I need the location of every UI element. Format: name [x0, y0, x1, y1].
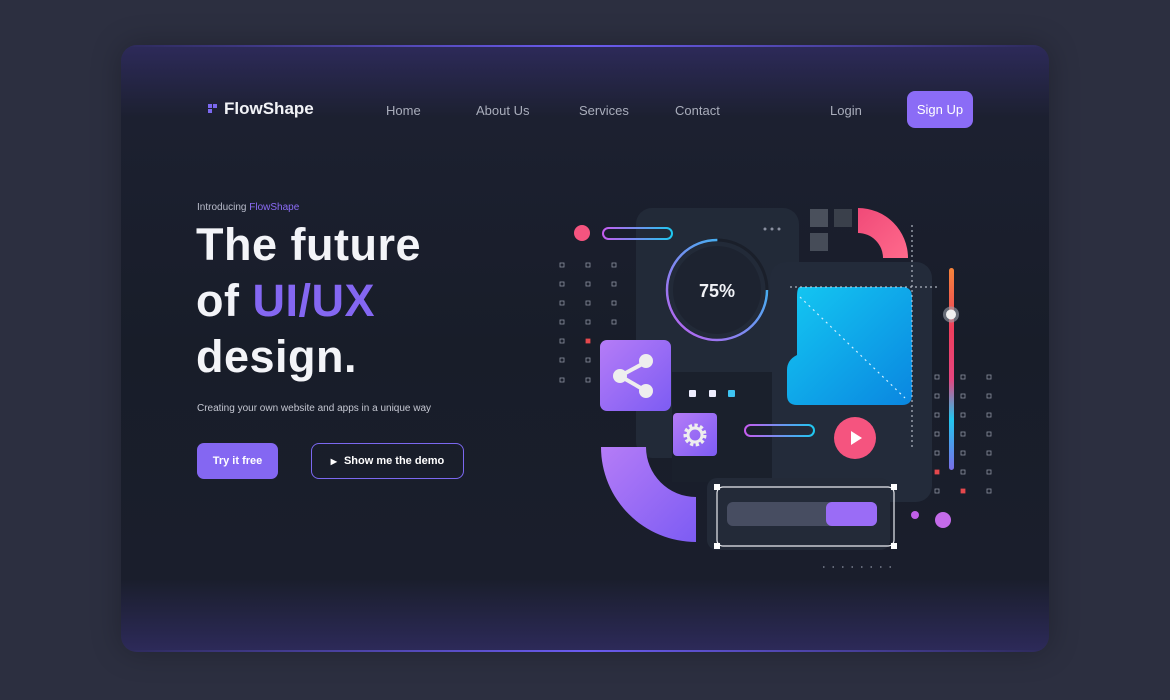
grid-dot: [585, 357, 591, 363]
grid-dot: [986, 374, 992, 380]
pink-quarter-shape: [858, 208, 908, 258]
grid-dot: [960, 374, 966, 380]
grid-dot: [559, 377, 565, 383]
grid-dot: [611, 319, 617, 325]
grid-dot: [986, 412, 992, 418]
grid-dot: [934, 469, 940, 475]
grid-dot: [934, 450, 940, 456]
progress-ring-label: 75%: [699, 281, 735, 301]
grid-dot: [559, 319, 565, 325]
play-button-graphic: [834, 417, 876, 459]
grid-dot: [559, 281, 565, 287]
progress-ring: 75%: [665, 238, 769, 342]
grid-dot: [986, 488, 992, 494]
grid-dot: [960, 469, 966, 475]
blue-card: [787, 287, 912, 405]
share-tile: [600, 340, 671, 411]
grid-dot: [960, 431, 966, 437]
grid-dot: [934, 412, 940, 418]
pink-dot: [574, 225, 590, 241]
grid-dot: [960, 450, 966, 456]
grid-dot: [960, 488, 966, 494]
grid-dot: [611, 281, 617, 287]
dot-grid-right: [934, 374, 992, 494]
grid-dot: [585, 300, 591, 306]
grid-dot: [934, 393, 940, 399]
grid-dot: [585, 377, 591, 383]
grid-dot: [986, 393, 992, 399]
vertical-slider: [943, 268, 959, 470]
grid-dot: [559, 357, 565, 363]
grid-dot: [934, 431, 940, 437]
grid-dot: [585, 338, 591, 344]
grid-dot: [960, 393, 966, 399]
settings-tile: [673, 413, 717, 456]
grid-dot: [934, 374, 940, 380]
grid-dot: [585, 281, 591, 287]
grid-dot: [611, 300, 617, 306]
grid-dot: [585, 319, 591, 325]
landing-page-card: FlowShape Home About Us Services Contact…: [121, 45, 1049, 652]
grid-dot: [960, 412, 966, 418]
grid-dot: [934, 488, 940, 494]
grid-dot: [559, 262, 565, 268]
grid-dot: [559, 338, 565, 344]
grid-dot: [611, 262, 617, 268]
grid-dot: [986, 450, 992, 456]
grid-dot: [986, 431, 992, 437]
hero-illustration: 75%: [559, 208, 992, 568]
grid-dot: [585, 262, 591, 268]
grid-dot: [559, 300, 565, 306]
grid-dot: [986, 469, 992, 475]
